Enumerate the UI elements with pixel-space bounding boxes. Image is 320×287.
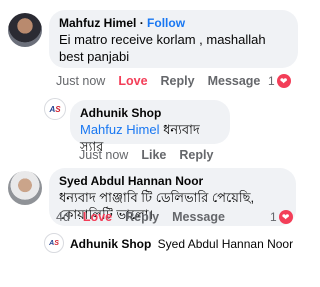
- like-button[interactable]: Like: [141, 148, 166, 162]
- love-button[interactable]: Love: [118, 74, 147, 88]
- avatar-syed-abdul-hannan-noor[interactable]: [8, 171, 42, 205]
- follow-button[interactable]: Follow: [147, 16, 185, 30]
- avatar-mahfuz-himel[interactable]: [8, 13, 42, 47]
- comment-time[interactable]: Just now: [79, 148, 128, 162]
- reply-preview[interactable]: Adhunik Shop Syed Abdul Hannan Noor ধন্য…: [70, 236, 295, 256]
- author-name[interactable]: Syed Abdul Hannan Noor: [59, 174, 286, 189]
- mention-link[interactable]: Mahfuz Himel: [80, 122, 159, 137]
- reply-preview-author: Adhunik Shop: [70, 237, 152, 251]
- author-name[interactable]: Mahfuz Himel: [59, 16, 136, 30]
- reaction-count[interactable]: 1 ❤: [270, 210, 293, 224]
- message-button[interactable]: Message: [172, 210, 225, 224]
- reaction-count-number: 1: [268, 74, 275, 88]
- reply-button[interactable]: Reply: [161, 74, 195, 88]
- comment-actions: Just now Like Reply: [79, 148, 226, 162]
- reaction-count-number: 1: [270, 210, 277, 224]
- reaction-count[interactable]: 1 ❤: [268, 74, 291, 88]
- comment-time[interactable]: Just now: [56, 74, 105, 88]
- comment-actions: 4d Love Reply Message: [56, 210, 238, 224]
- reply-button[interactable]: Reply: [179, 148, 213, 162]
- comment-bubble-adhunik: Adhunik Shop Mahfuz Himel ধন্যবাদ স্যার: [70, 100, 230, 154]
- author-name[interactable]: Adhunik Shop: [80, 106, 220, 121]
- heart-icon: ❤: [276, 74, 291, 88]
- reply-preview-text: Syed Abdul Hannan Noor ধন্যবা...: [157, 237, 295, 251]
- separator-dot: ·: [139, 16, 144, 30]
- comment-text: Ei matro receive korlam , mashallah best…: [59, 32, 266, 64]
- message-button[interactable]: Message: [208, 74, 261, 88]
- heart-icon: ❤: [278, 210, 293, 224]
- avatar-adhunik-shop[interactable]: AS: [44, 233, 64, 253]
- reply-button[interactable]: Reply: [125, 210, 159, 224]
- love-button[interactable]: Love: [83, 210, 112, 224]
- avatar-adhunik-shop[interactable]: AS: [44, 98, 66, 120]
- comment-time[interactable]: 4d: [56, 210, 70, 224]
- comment-bubble-mahfuz: Mahfuz Himel · Follow Ei matro receive k…: [49, 10, 298, 68]
- comment-actions: Just now Love Reply Message: [56, 74, 273, 88]
- comment-author-line: Mahfuz Himel · Follow: [59, 16, 288, 31]
